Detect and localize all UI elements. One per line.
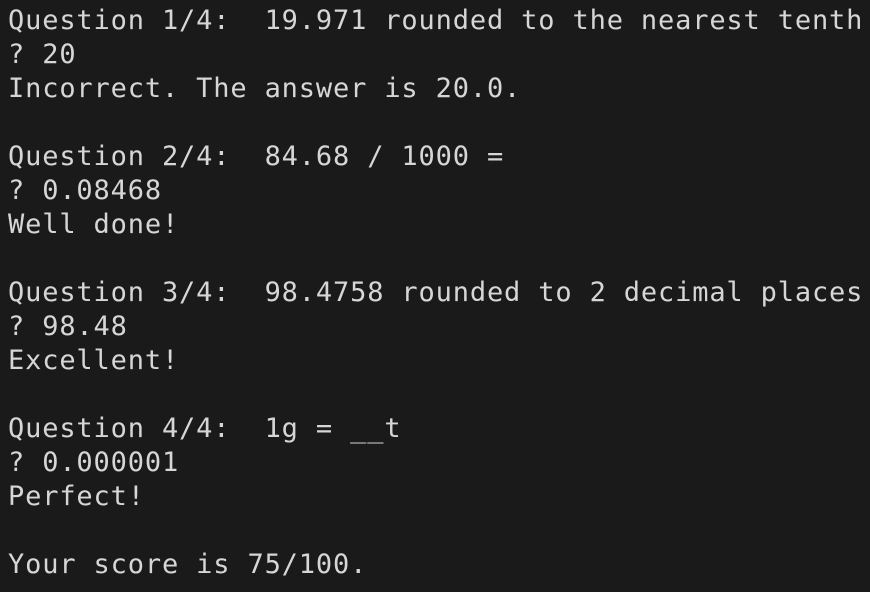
question-1-answer: ? 20 — [8, 39, 77, 70]
question-2-prompt: Question 2/4: 84.68 / 1000 = — [8, 141, 505, 172]
question-2-feedback: Well done! — [8, 209, 180, 240]
question-4-answer: ? 0.000001 — [8, 447, 180, 478]
question-1-prompt: Question 1/4: 19.971 rounded to the near… — [8, 5, 864, 36]
question-1-feedback: Incorrect. The answer is 20.0. — [8, 73, 522, 104]
question-2-answer: ? 0.08468 — [8, 175, 162, 206]
question-4-feedback: Perfect! — [8, 481, 145, 512]
question-3-answer: ? 98.48 — [8, 311, 128, 342]
final-score-line: Your score is 75/100. — [8, 549, 368, 580]
question-3-prompt: Question 3/4: 98.4758 rounded to 2 decim… — [8, 277, 864, 308]
console-output: Question 1/4: 19.971 rounded to the near… — [8, 4, 870, 582]
terminal-window[interactable]: Question 1/4: 19.971 rounded to the near… — [0, 0, 870, 592]
question-3-feedback: Excellent! — [8, 345, 180, 376]
question-4-prompt: Question 4/4: 1g = __t — [8, 413, 402, 444]
